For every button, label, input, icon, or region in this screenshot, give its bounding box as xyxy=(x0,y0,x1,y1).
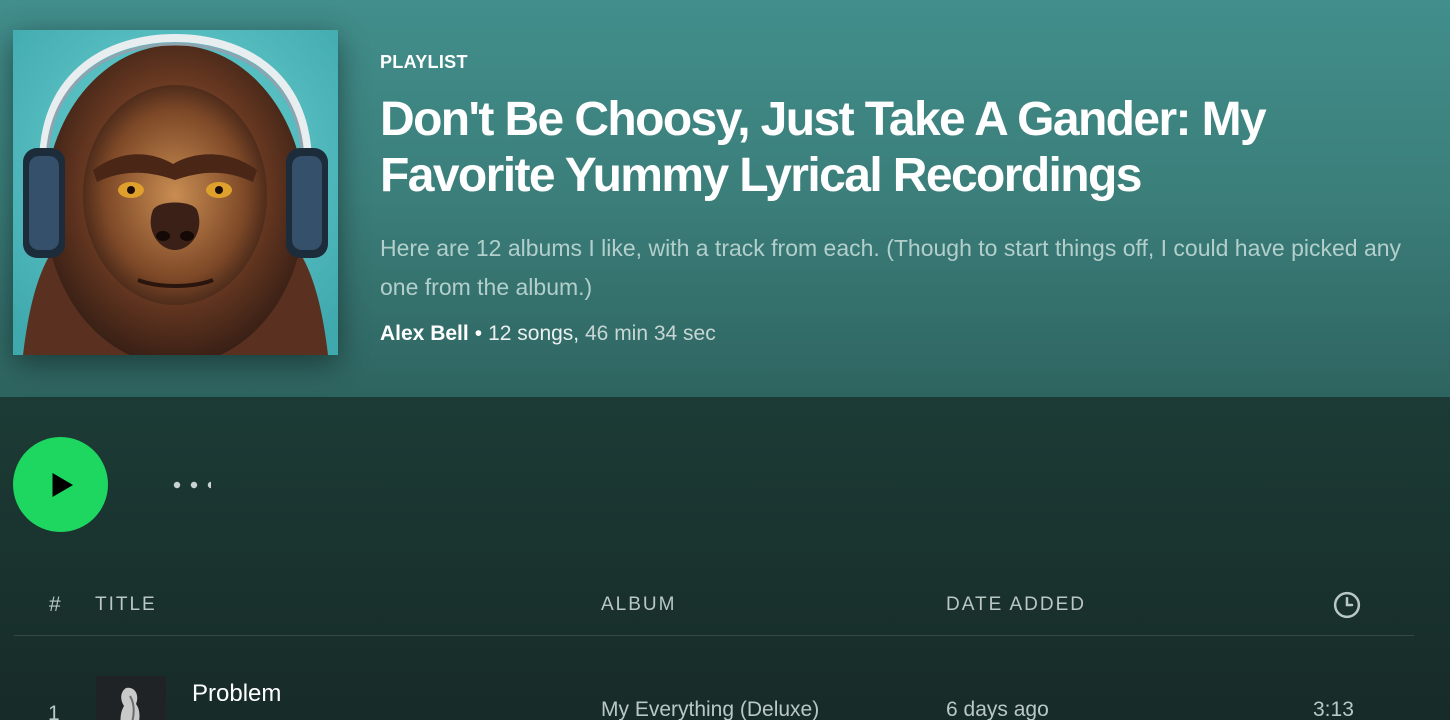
more-options-icon xyxy=(173,481,211,489)
track-number: 1 xyxy=(48,702,60,720)
playlist-title: Don't Be Choosy, Just Take A Gander: My … xyxy=(380,93,1267,202)
track-date-added: 6 days ago xyxy=(946,698,1049,720)
playlist-type-label: PLAYLIST xyxy=(380,52,468,72)
column-header-date-added[interactable]: DATE ADDED xyxy=(946,594,1086,616)
playlist-duration: 46 min 34 sec xyxy=(585,322,716,345)
track-album-link[interactable]: My Everything (Deluxe) xyxy=(601,698,819,720)
track-title[interactable]: Problem xyxy=(192,680,281,708)
playlist-page: PLAYLIST Don't Be Choosy, Just Take A Ga… xyxy=(0,0,1450,720)
playlist-header: PLAYLIST Don't Be Choosy, Just Take A Ga… xyxy=(0,0,1450,397)
meta-separator: • xyxy=(474,322,483,345)
playlist-cover-image[interactable] xyxy=(13,30,338,355)
column-header-album[interactable]: ALBUM xyxy=(601,594,676,616)
play-button[interactable] xyxy=(13,437,108,532)
playlist-meta: Alex Bell • 12 songs, 46 min 34 sec xyxy=(380,322,716,346)
gorilla-headphones-artwork xyxy=(13,30,338,355)
song-count: 12 songs, xyxy=(488,322,580,345)
playlist-description: Here are 12 albums I like, with a track … xyxy=(380,235,1402,300)
column-header-number: # xyxy=(49,593,61,616)
playlist-owner-link[interactable]: Alex Bell xyxy=(380,322,469,345)
track-row[interactable]: 1 Problem My Everything (Deluxe) 6 days … xyxy=(14,660,1414,720)
track-table-header: # TITLE ALBUM DATE ADDED xyxy=(14,585,1414,636)
column-header-title[interactable]: TITLE xyxy=(95,594,157,616)
play-icon xyxy=(52,472,73,497)
column-header-duration[interactable] xyxy=(1332,590,1362,626)
album-art-image xyxy=(96,676,166,720)
more-options-button[interactable] xyxy=(160,468,218,502)
clock-icon xyxy=(1333,591,1361,619)
track-album-art xyxy=(96,676,166,720)
track-duration: 3:13 xyxy=(1313,698,1354,720)
